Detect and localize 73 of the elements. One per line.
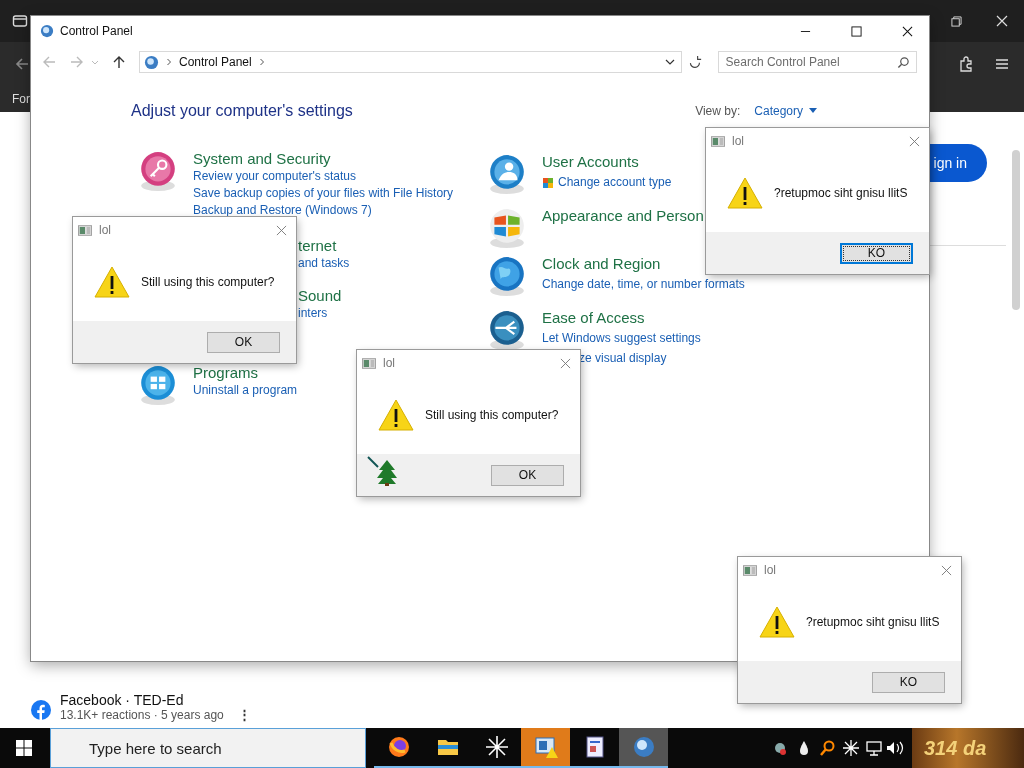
- restore-icon[interactable]: [951, 15, 962, 27]
- scrollbar[interactable]: [1012, 150, 1020, 310]
- facebook-icon: [31, 700, 51, 720]
- search-icon: [897, 55, 910, 69]
- back-icon[interactable]: [14, 56, 30, 72]
- system-tray-icons-drawing[interactable]: [774, 738, 904, 758]
- fox-globe-icon: [386, 735, 411, 759]
- address-bar[interactable]: Control Panel: [139, 51, 682, 73]
- category-link[interactable]: Let Windows suggest settings: [542, 330, 701, 347]
- dialog-button[interactable]: OK: [491, 464, 564, 486]
- window-warning-icon: [533, 735, 558, 759]
- warning-icon: [759, 606, 795, 638]
- app-icon: [78, 224, 92, 236]
- search-field[interactable]: Search Control Panel: [717, 51, 917, 73]
- warning-icon: [727, 177, 763, 209]
- page-heading: Adjust your computer's settings: [131, 102, 353, 120]
- extension-icon[interactable]: [958, 56, 974, 72]
- dialog-message: Still using this computer?: [425, 408, 559, 422]
- menu-icon[interactable]: [994, 56, 1010, 72]
- dialog-button[interactable]: KO: [840, 242, 913, 264]
- category-link[interactable]: inters: [298, 305, 328, 322]
- windows-start-icon[interactable]: [16, 740, 32, 756]
- dialog-message: Still using this computer?: [141, 275, 275, 289]
- category-title[interactable]: User Accounts: [542, 153, 639, 171]
- category-link[interactable]: and tasks: [298, 255, 350, 272]
- category-title[interactable]: Programs: [193, 364, 259, 382]
- view-by-label: View by:: [695, 104, 741, 118]
- tab-icon[interactable]: [12, 13, 28, 29]
- weather-widget[interactable]: 314 da: [912, 728, 1024, 768]
- category-title[interactable]: Appearance and Person: [542, 207, 704, 225]
- dialog-message: ?retupmoc siht gnisu llitS: [806, 615, 940, 629]
- category-link[interactable]: Change account type: [558, 174, 672, 191]
- category-title[interactable]: Clock and Region: [542, 255, 661, 273]
- view-by-dropdown[interactable]: Category: [754, 104, 817, 118]
- category-link[interactable]: Review your computer's status: [193, 168, 357, 185]
- category-title[interactable]: System and Security: [193, 150, 331, 168]
- bookmark-label[interactable]: For: [12, 92, 30, 106]
- refresh-icon[interactable]: [687, 55, 702, 69]
- category-title[interactable]: Sound: [298, 287, 342, 305]
- dialog-title: lol: [732, 134, 744, 148]
- taskbar-search-field[interactable]: Type here to search: [50, 728, 366, 768]
- dialog-message: ?retupmoc siht gnisu llitS: [774, 186, 908, 200]
- globe-icon: [631, 735, 656, 759]
- dialog-button[interactable]: OK: [207, 331, 280, 353]
- app-icon: [362, 357, 376, 369]
- warning-icon: [378, 399, 414, 431]
- post-meta: 13.1K+ reactions · 5 years ago: [60, 708, 224, 722]
- window-title: Control Panel: [60, 24, 133, 38]
- dialog-title: lol: [383, 356, 395, 370]
- category-link[interactable]: Save backup copies of your files with File History: [193, 185, 454, 202]
- post-source[interactable]: Facebook · TED-Ed: [60, 692, 251, 708]
- control-panel-icon: [144, 54, 159, 70]
- app-icon: [743, 564, 757, 576]
- up-icon[interactable]: [111, 54, 127, 70]
- more-options[interactable]: ⋮: [237, 708, 251, 721]
- dialog-title: lol: [99, 223, 111, 237]
- category-title[interactable]: ternet: [298, 237, 337, 255]
- caret-icon: [809, 108, 817, 114]
- maximize-icon[interactable]: [851, 25, 862, 37]
- category-link[interactable]: Backup and Restore (Windows 7): [193, 202, 372, 219]
- dropdown-icon[interactable]: [664, 58, 675, 66]
- breadcrumb-item[interactable]: Control Panel: [179, 55, 252, 69]
- dialog-button[interactable]: KO: [872, 671, 945, 693]
- dialog-title: lol: [764, 563, 776, 577]
- control-panel-icon: [40, 24, 54, 38]
- asterisk-icon: [484, 735, 509, 759]
- category-link[interactable]: Uninstall a program: [193, 382, 298, 399]
- warning-icon: [94, 266, 130, 298]
- shield-icon: [542, 176, 554, 189]
- category-link[interactable]: Change date, time, or number formats: [542, 276, 745, 293]
- close-icon[interactable]: [902, 25, 913, 37]
- category-title[interactable]: Ease of Access: [542, 309, 645, 327]
- app-icon: [711, 135, 725, 147]
